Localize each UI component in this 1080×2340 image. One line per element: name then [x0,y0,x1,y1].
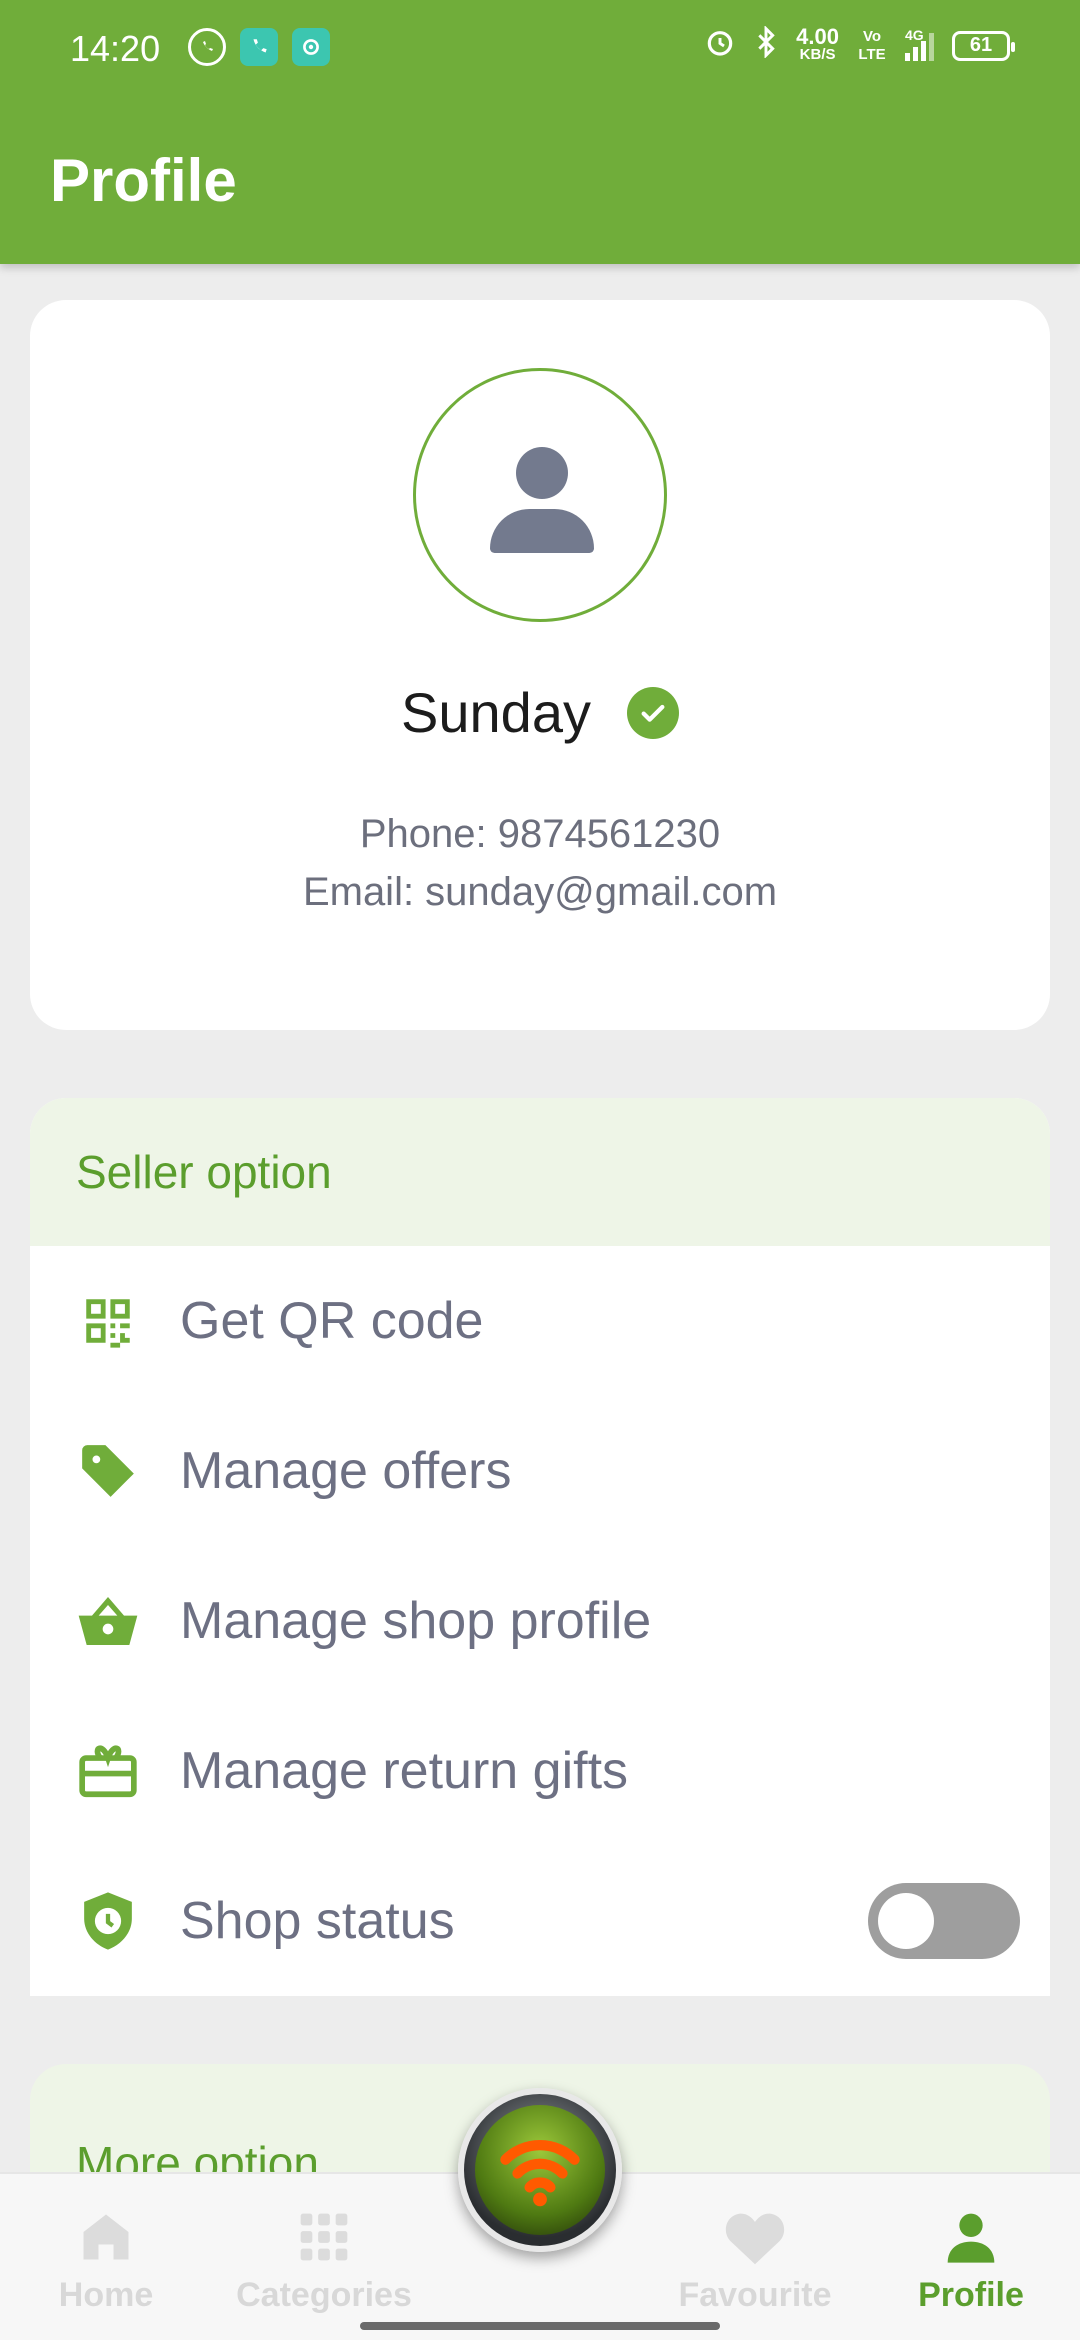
menu-item-label: Manage shop profile [180,1592,652,1650]
menu-item-get-qr-code[interactable]: Get QR code [30,1246,1050,1396]
net-speed: 4.00 KB/S [796,23,839,64]
qr-code-icon [76,1289,140,1353]
avatar[interactable] [413,368,667,622]
signal-icon: 4G [905,27,934,61]
network-type: 4G [905,26,924,43]
page-title: Profile [50,147,237,214]
user-name: Sunday [401,681,591,744]
name-row: Sunday [30,680,1050,745]
volte-label: Vo LTE [858,27,886,63]
net-speed-unit: KB/S [799,45,836,63]
tag-icon [76,1439,140,1503]
net-speed-value: 4.00 [796,23,839,49]
battery-indicator: 61 [952,30,1015,61]
nav-home[interactable]: Home [6,2204,206,2315]
profile-card: Sunday Phone: 9874561230 Email: sunday@g… [30,300,1050,1030]
chat-app-icon [292,28,330,66]
user-email: Email: sunday@gmail.com [302,870,778,914]
menu-item-label: Shop status [180,1892,455,1950]
person-icon [516,447,568,499]
nav-favourite-label: Favourite [678,2276,832,2314]
menu-item-label: Manage return gifts [180,1742,629,1800]
phone-app-icon [240,28,278,66]
nav-profile[interactable]: Profile [871,2204,1071,2315]
heart-icon [655,2204,855,2270]
menu-item-shop-status: Shop status [30,1846,1050,1996]
status-time: 14:20 [70,28,161,69]
seller-option-header: Seller option [30,1098,1050,1246]
status-bar: 14:20 4.00 KB/S Vo LTE 4G 61 [0,0,1080,96]
basket-icon [76,1589,140,1653]
center-fab-button[interactable] [458,2088,622,2252]
shop-status-toggle[interactable] [868,1883,1020,1959]
nav-categories[interactable]: Categories [224,2204,424,2315]
user-phone: Phone: 9874561230 [359,812,721,856]
shield-clock-icon [76,1889,140,1953]
status-app-icons [188,28,330,66]
menu-item-label: Manage offers [180,1442,512,1500]
nav-home-label: Home [58,2276,154,2314]
menu-item-label: Get QR code [180,1292,484,1350]
app-bar: 14:20 4.00 KB/S Vo LTE 4G 61 Profile [0,0,1080,264]
bluetooth-icon [754,25,778,65]
alarm-icon [704,26,736,65]
seller-option-card: Seller option Get QR code Manage offers … [30,1098,1050,1996]
menu-item-manage-return-gifts[interactable]: Manage return gifts [30,1696,1050,1846]
menu-item-manage-shop-profile[interactable]: Manage shop profile [30,1546,1050,1696]
menu-item-manage-offers[interactable]: Manage offers [30,1396,1050,1546]
gift-card-icon [76,1739,140,1803]
verified-check-icon [626,686,679,739]
home-icon [6,2204,206,2270]
wifi-icon [475,2105,605,2235]
whatsapp-icon [188,28,226,66]
grid-icon [224,2204,424,2270]
nav-profile-label: Profile [918,2276,1024,2314]
toggle-knob [878,1893,934,1949]
nav-favourite[interactable]: Favourite [655,2204,855,2315]
nav-categories-label: Categories [236,2276,412,2314]
person-icon [871,2204,1071,2270]
status-indicators: 4.00 KB/S Vo LTE 4G 61 [704,23,1015,65]
gesture-bar[interactable] [360,2322,720,2330]
